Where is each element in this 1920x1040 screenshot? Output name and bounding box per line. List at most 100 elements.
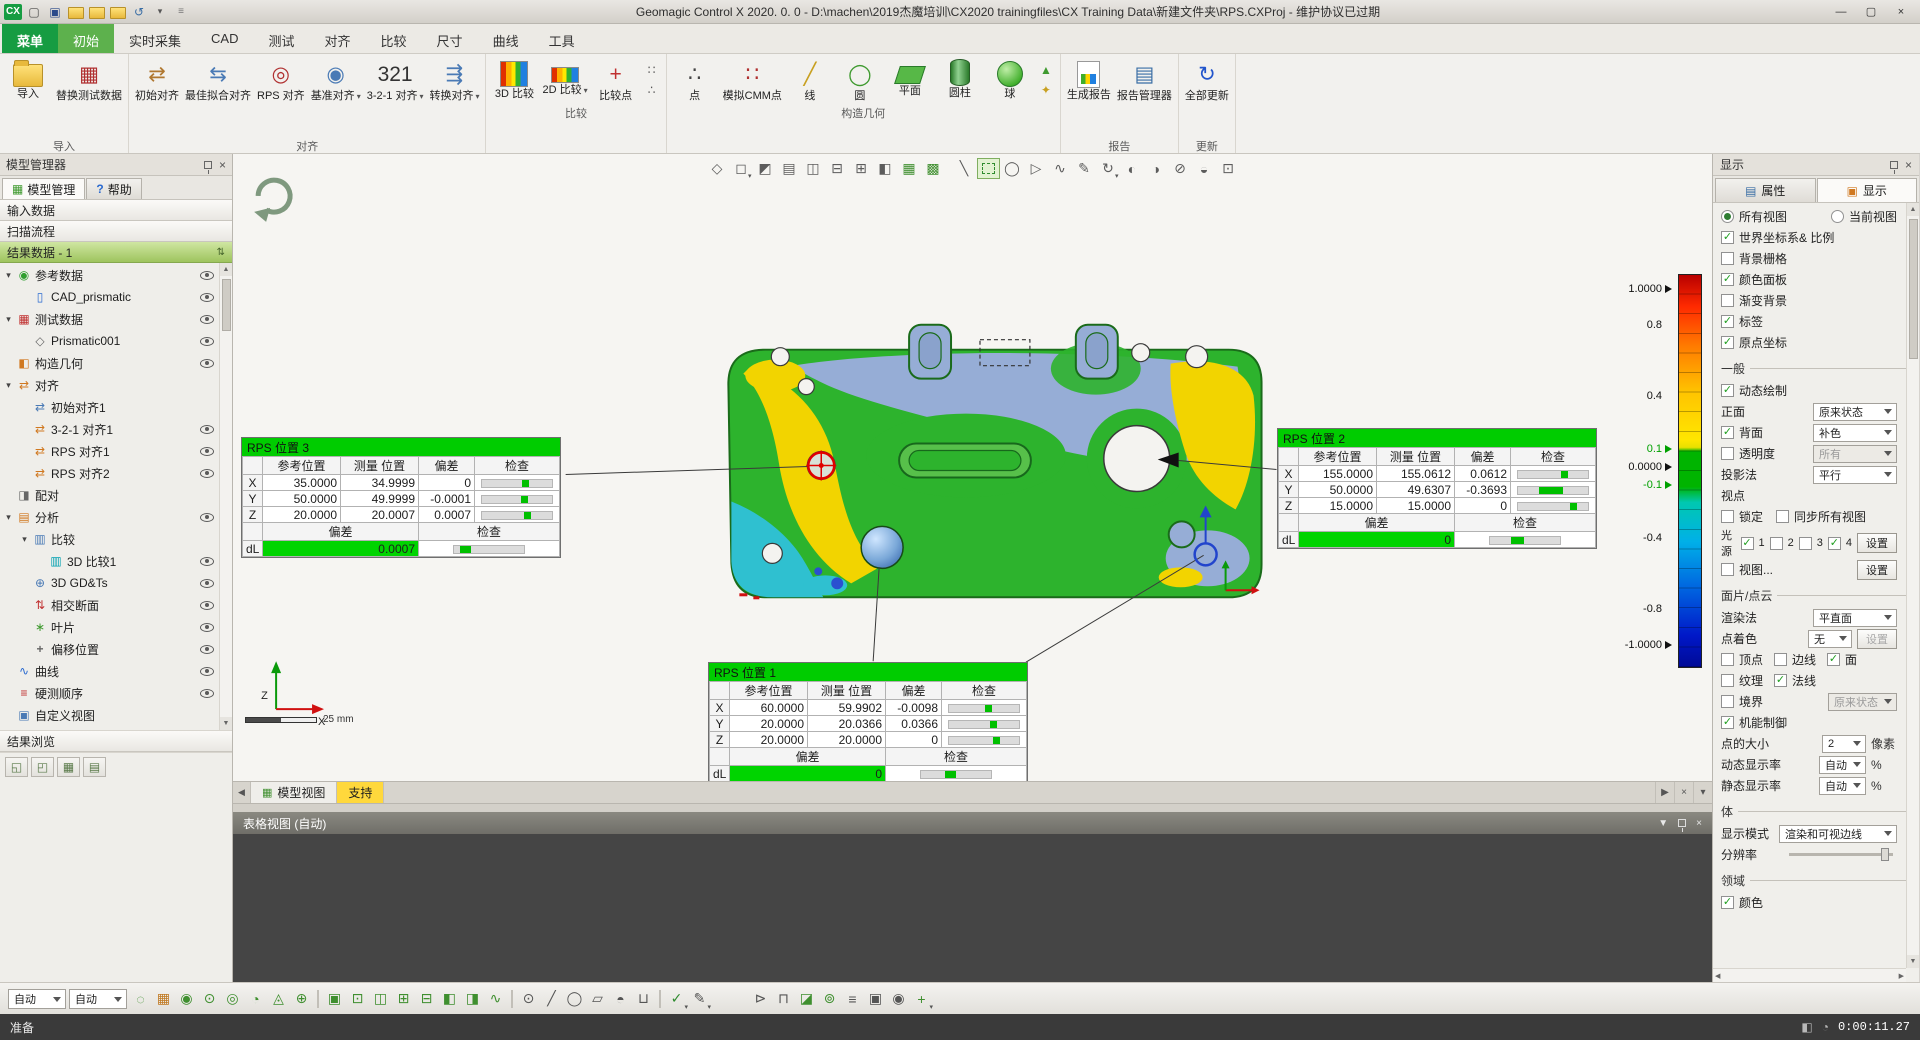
sep-3[interactable]: [659, 990, 661, 1008]
front-face-dropdown[interactable]: 原来状态: [1813, 403, 1897, 421]
tree-item[interactable]: + 偏移位置: [0, 638, 232, 660]
simulate-cmm-points-button[interactable]: ∷ 模拟CMM点: [720, 56, 785, 103]
best-fit-align-button[interactable]: ⇆ 最佳拟合对齐: [182, 56, 254, 103]
confirm-icon[interactable]: ✓: [666, 988, 687, 1009]
maximize-button[interactable]: ▢: [1856, 2, 1886, 22]
input-data-section[interactable]: 输入数据: [0, 200, 232, 221]
tree-item[interactable]: ⊕ 3D GD&Ts: [0, 572, 232, 594]
background-grid-checkbox[interactable]: [1721, 252, 1734, 265]
select-points-icon[interactable]: ⊙: [199, 988, 220, 1009]
tree-item[interactable]: ▾ ▦ 测试数据: [0, 308, 232, 330]
hide-dialog-icon[interactable]: ⊓: [773, 988, 794, 1009]
line-tool-button[interactable]: ╱ 线: [785, 56, 835, 103]
layout-single-icon[interactable]: ◱: [5, 757, 28, 777]
transform-align-button[interactable]: ⇶ 转换对齐: [426, 56, 482, 103]
mode-curve-icon[interactable]: ∿: [485, 988, 506, 1009]
gradient-background-checkbox[interactable]: [1721, 294, 1734, 307]
add-widget-icon[interactable]: +: [911, 988, 932, 1009]
visibility-eye-icon[interactable]: [200, 447, 214, 456]
expander-icon[interactable]: ▾: [4, 380, 13, 391]
face-checkbox[interactable]: [1827, 653, 1840, 666]
ribbon-tab[interactable]: 初始: [58, 24, 114, 53]
compare-point-button[interactable]: + 比较点: [591, 56, 641, 103]
generate-report-button[interactable]: 生成报告: [1064, 56, 1114, 102]
filter-dropdown-2[interactable]: 自动: [69, 989, 127, 1009]
quick-access-caret-icon[interactable]: ▾: [151, 3, 169, 20]
scroll-up-icon[interactable]: ▲: [1907, 203, 1919, 216]
mode-pointcloud-icon[interactable]: ⊡: [347, 988, 368, 1009]
boundary-checkbox[interactable]: [1721, 695, 1734, 708]
tree-item[interactable]: ▾ ▤ 分析: [0, 506, 232, 528]
tree-item[interactable]: ⇄ 初始对齐1: [0, 396, 232, 418]
table-view-body[interactable]: [233, 834, 1712, 982]
tree-item[interactable]: ◨ 配对: [0, 484, 232, 506]
tree-item[interactable]: ▾ ⇄ 对齐: [0, 374, 232, 396]
cone-tool-icon[interactable]: ✦: [1037, 82, 1055, 98]
scan-process-section[interactable]: 扫描流程: [0, 221, 232, 242]
expander-icon[interactable]: ▾: [4, 314, 13, 325]
expander-icon[interactable]: ▾: [20, 534, 29, 545]
rps-align-button[interactable]: ◎ RPS 对齐: [254, 56, 308, 103]
datum-align-button[interactable]: ◉ 基准对齐: [308, 56, 364, 103]
update-all-button[interactable]: ↻ 全部更新: [1182, 56, 1232, 103]
visibility-eye-icon[interactable]: [200, 645, 214, 654]
tab-help[interactable]: ? 帮助: [86, 178, 141, 199]
ribbon-tab[interactable]: 工具: [534, 24, 590, 53]
mode-boundary-icon[interactable]: ◨: [462, 988, 483, 1009]
ribbon-tab[interactable]: 尺寸: [422, 24, 478, 53]
visibility-eye-icon[interactable]: [200, 689, 214, 698]
snap-line-icon[interactable]: ╱: [541, 988, 562, 1009]
slider-thumb[interactable]: [1881, 848, 1889, 861]
toolbar-handle-icon[interactable]: ≡: [172, 3, 190, 20]
ribbon-tab[interactable]: 比较: [366, 24, 422, 53]
toolbar-separator[interactable]: [946, 158, 952, 179]
swap-views-icon[interactable]: ◧: [874, 158, 897, 179]
sync-views-checkbox[interactable]: [1776, 510, 1789, 523]
link-views-icon[interactable]: ▩: [922, 158, 945, 179]
measure-line-icon[interactable]: ╲: [953, 158, 976, 179]
layout-list-icon[interactable]: ▤: [83, 757, 106, 777]
snap-point-icon[interactable]: ⊙: [518, 988, 539, 1009]
scroll-thumb[interactable]: [222, 279, 231, 331]
tree-item[interactable]: ⇄ RPS 对齐1: [0, 440, 232, 462]
visibility-eye-icon[interactable]: [200, 271, 214, 280]
light2-checkbox[interactable]: [1770, 537, 1783, 550]
display-mode-dropdown[interactable]: 渲染和可视边线: [1779, 825, 1897, 843]
split-quad-icon[interactable]: ⊞: [850, 158, 873, 179]
ribbon-tab[interactable]: 菜单: [2, 24, 58, 53]
mode-region-icon[interactable]: ⊞: [393, 988, 414, 1009]
sep-2[interactable]: [511, 990, 513, 1008]
section-view-icon[interactable]: ◪: [796, 988, 817, 1009]
scroll-left-icon[interactable]: ◀: [1715, 972, 1720, 980]
minimize-button[interactable]: —: [1826, 2, 1856, 22]
world-axes-checkbox[interactable]: [1721, 231, 1734, 244]
tree-item[interactable]: ⇄ RPS 对齐2 ×: [0, 462, 232, 484]
layout-grid-icon[interactable]: ▦: [57, 757, 80, 777]
visibility-eye-icon[interactable]: [200, 667, 214, 676]
ribbon-tab[interactable]: CAD: [196, 24, 253, 53]
sphere-tool-button[interactable]: 球: [985, 56, 1035, 101]
filter-dropdown-1[interactable]: 自动: [8, 989, 66, 1009]
select-feature-icon[interactable]: ◬: [268, 988, 289, 1009]
collapse-caret-icon[interactable]: ▼: [1658, 818, 1668, 829]
projection-dropdown[interactable]: 平行: [1813, 466, 1897, 484]
select-visible-icon[interactable]: ◐: [1121, 158, 1144, 179]
table-view-header[interactable]: 表格视图 (自动) ▼ ×: [233, 812, 1712, 834]
region-color-checkbox[interactable]: [1721, 896, 1734, 909]
close-icon[interactable]: ×: [219, 159, 226, 171]
list-view-icon[interactable]: ≡: [842, 988, 863, 1009]
compare-2d-button[interactable]: 2D 比较: [539, 56, 590, 97]
tree-item[interactable]: ◇ Prismatic001: [0, 330, 232, 352]
render-method-dropdown[interactable]: 平直面: [1813, 609, 1897, 627]
result-data-section[interactable]: 结果数据 - 1: [0, 242, 232, 263]
tree-item[interactable]: ▯ CAD_prismatic: [0, 286, 232, 308]
replace-test-data-button[interactable]: ▦ 替换测试数据: [53, 56, 125, 103]
light4-checkbox[interactable]: [1828, 537, 1841, 550]
perspective-view-icon[interactable]: ◩: [754, 158, 777, 179]
selection-filter-icon[interactable]: ▦: [153, 988, 174, 1009]
point-tool-button[interactable]: ∴ 点: [670, 56, 720, 103]
scroll-up-icon[interactable]: ▲: [220, 263, 232, 276]
view-all-icon[interactable]: ◌: [130, 988, 151, 1009]
close-view-icon[interactable]: ×: [1674, 782, 1693, 803]
scroll-down-icon[interactable]: ▼: [220, 717, 232, 730]
